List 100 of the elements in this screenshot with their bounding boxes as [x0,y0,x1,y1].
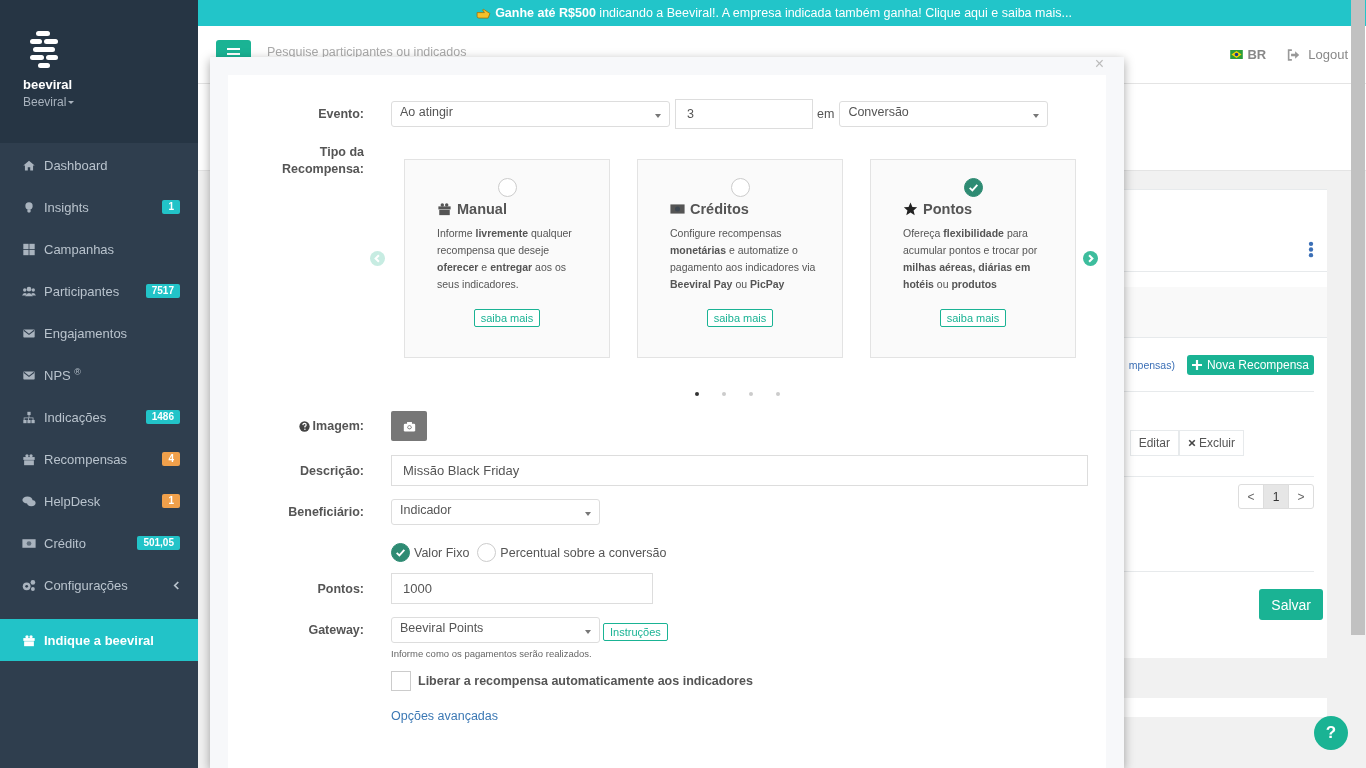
logo-icon [29,31,59,69]
checkbox-label[interactable]: Liberar a recompensa automaticamente aos indicadores [418,674,753,688]
account-dropdown[interactable]: Beeviral [23,95,75,109]
count-badge: 501,05 [137,536,180,550]
gateway-select[interactable]: Beeviral Points [391,617,600,643]
advanced-options-link[interactable]: Opções avançadas [391,709,498,723]
edit-button[interactable]: Editar [1129,430,1179,456]
sign-out-icon [1287,48,1301,61]
help-icon [298,420,310,432]
gift-icon [22,452,36,466]
sidebar-item-label: Dashboard [44,157,109,173]
sidebar-item[interactable]: Insights 1 [0,186,198,228]
connector-text: em [817,107,835,121]
radio-button[interactable] [391,543,410,562]
sidebar-item[interactable]: Participantes 7517 [0,270,198,312]
sidebar-item[interactable]: Campanhas [0,228,198,270]
sidebar-item-label: Participantes [44,283,121,299]
pagination-button[interactable]: > [1288,484,1314,509]
home-icon [22,158,36,172]
card-description: Configure recompensas monetárias e automatize o pagamento aos indicadores via Beeviral Pay ou PicPay [670,226,816,292]
sidebar-item-label: Indique a beeviral [44,632,155,648]
lightbulb-icon [22,200,36,214]
sidebar-item-label: NPS $^{®}$ [44,366,82,384]
close-icon [1188,439,1196,447]
field-label: Imagem: [312,419,364,433]
count-badge: 4 [162,452,180,466]
card-title: Manual [457,201,507,217]
field-label: Beneficiário: [287,505,364,519]
sidebar-item[interactable]: Configurações [0,564,198,606]
reward-type-card[interactable]: Pontos Ofereça flexibilidade para acumular pontos e trocar por milhas aéreas, diárias em hotéis ou produtos saiba mais [870,159,1076,358]
field-label: Descrição: [299,463,364,478]
pagination-button[interactable]: 1 [1263,484,1289,509]
count-badge: 1 [162,494,180,508]
sidebar-item[interactable]: Dashboard [0,144,198,186]
sitemap-icon [22,410,36,424]
beneficiary-select[interactable]: Indicador [391,499,600,525]
grid-icon [22,242,36,256]
banknote-icon [670,202,685,216]
card-description: Ofereça flexibilidade para acumular pontos e trocar por milhas aéreas, diárias em hotéis ou produtos [903,226,1039,292]
sidebar-item-label: HelpDesk [44,493,102,509]
radio-button[interactable] [730,178,750,197]
checkbox[interactable] [391,671,411,691]
sidebar-item[interactable]: Recompensas 4 [0,438,198,480]
envelope-icon [22,326,36,340]
envelope-icon [22,368,36,382]
brand-name: beeviral [23,77,74,92]
field-label: Gateway: [307,623,364,637]
scrollbar[interactable] [1351,0,1365,635]
gift-icon [437,202,452,216]
pagination-button[interactable]: < [1238,484,1264,509]
sidebar-item-label: Configurações [44,577,129,593]
users-icon [22,284,36,298]
chat-icon [22,494,36,508]
radio-button[interactable] [477,543,497,562]
sidebar-item[interactable]: Indicações 1486 [0,396,198,438]
sidebar-item-label: Indicações [44,409,108,425]
gears-icon [22,578,36,592]
pointing-hand-icon [476,7,492,19]
count-field[interactable]: 3 [675,99,813,129]
sidebar-item[interactable]: HelpDesk 1 [0,480,198,522]
metric-select[interactable]: Conversão [839,101,1049,127]
count-badge: 1 [162,200,180,214]
sidebar-item-label: Recompensas [44,451,129,467]
radio-label[interactable]: Valor Fixo [414,545,470,560]
upload-image-button[interactable] [391,411,427,441]
sidebar-item[interactable]: Engajamentos [0,312,198,354]
camera-icon [402,420,416,432]
radio-button[interactable] [963,178,983,197]
card-description: Informe livremente qualquer recompensa que deseje oferecer e entregar aos os seus indicadores. [437,226,573,292]
chevron-left-icon [173,580,180,590]
card-title: Pontos [923,201,973,217]
rewards-link[interactable]: mpensas) [1128,358,1175,371]
carousel-dot[interactable] [749,392,753,396]
sidebar-item-label: Engajamentos [44,325,129,341]
reward-type-card[interactable]: Manual Informe livremente qualquer recompensa que deseje oferecer e entregar aos os seus indicadores. saiba mais [404,159,610,358]
radio-label[interactable]: Percentual sobre a conversão [500,545,667,560]
sidebar-item-label: Crédito [44,535,87,551]
star-icon [903,202,918,216]
points-field[interactable]: 1000 [391,573,653,604]
sidebar-item[interactable]: NPS $^{®}$ [0,354,198,396]
language-selector[interactable]: BR [1247,47,1267,62]
reward-type-card[interactable]: Créditos Configure recompensas monetárias e automatize o pagamento aos indicadores via Beeviral Pay ou PicPay saiba mais [637,159,843,358]
radio-button[interactable] [497,178,517,197]
more-options-icon[interactable] [1308,241,1314,258]
trigger-select[interactable]: Ao atingir [391,101,670,127]
description-field[interactable]: Missão Black Friday [391,455,1088,486]
sidebar-item[interactable]: Crédito 501,05 [0,522,198,564]
carousel-dot[interactable] [722,392,726,396]
field-label: Tipo da Recompensa: [281,144,364,178]
sidebar-item-label: Campanhas [44,241,116,257]
help-text: Informe como os pagamentos serão realizados. [391,648,592,659]
logout-link[interactable]: Logout [1308,47,1348,62]
banner-text: Ganhe até R$500 indicando a Beeviral!. A empresa indicada também ganha! Clique aqui e saiba mais... [495,6,1072,20]
sidebar-item-label: Insights [44,199,90,215]
carousel-dot[interactable] [695,392,699,396]
banknote-icon [22,536,36,550]
delete-button[interactable]: Excluir [1179,430,1244,456]
count-badge: 7517 [145,284,180,298]
carousel-dot[interactable] [776,392,780,396]
field-label: Evento: [317,107,364,121]
